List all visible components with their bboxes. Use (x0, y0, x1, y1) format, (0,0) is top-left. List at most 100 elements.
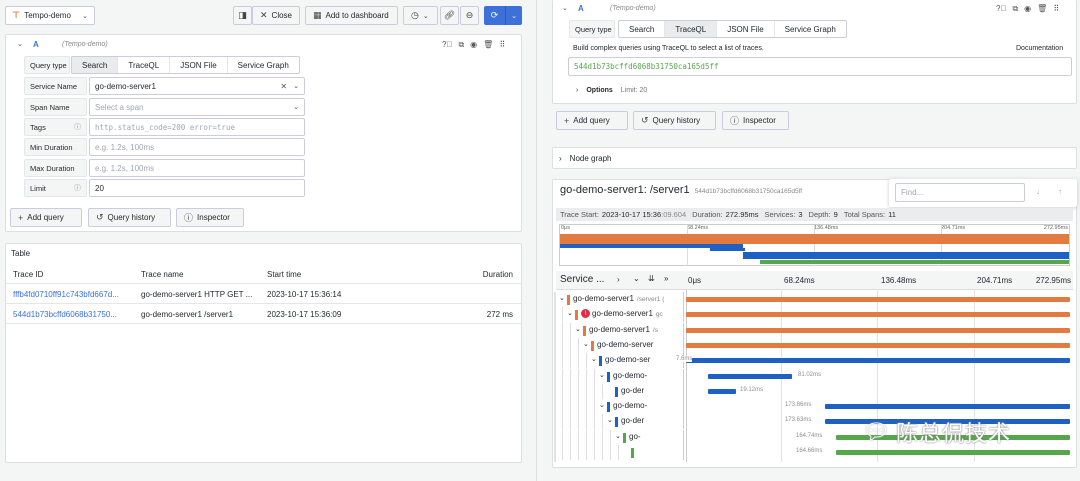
span-row[interactable]: ⌄ go-demo-server1/server1 ( (556, 292, 1073, 307)
span-row[interactable]: ⌄! go-demo-server1 gc (556, 307, 1073, 323)
span-bar[interactable] (825, 404, 1070, 410)
table-row[interactable]: fffb4fd0710ff91c743bfd667d... go-demo-se… (6, 285, 521, 304)
tab-service-graph[interactable]: Service Graph (775, 21, 846, 37)
max-duration-input[interactable]: e.g. 1.2s, 100ms (89, 159, 305, 177)
service-name-select[interactable]: go-demo-server1 ✕ ⌄ (89, 77, 305, 95)
span-bar[interactable] (686, 358, 1070, 364)
tags-input[interactable]: http.status_code=200 error=true (89, 118, 305, 136)
documentation-link[interactable]: Documentation (1016, 45, 1063, 52)
column-divider[interactable] (683, 429, 684, 445)
tab-json-file[interactable]: JSON File (717, 21, 775, 37)
node-graph-section[interactable]: › Node graph (552, 147, 1077, 169)
query-history-button[interactable]: ↺ Query history (88, 208, 171, 227)
share-link-button[interactable]: 🔗︎ (440, 6, 459, 25)
copy-icon[interactable]: ⧉ (458, 40, 464, 50)
span-bar[interactable] (686, 297, 1070, 302)
column-divider[interactable] (683, 368, 684, 384)
zoom-out-button[interactable]: ⊖ (460, 6, 479, 25)
expand-chevron-icon[interactable]: ⌄ (599, 401, 605, 409)
column-divider[interactable] (683, 414, 684, 430)
span-bar[interactable] (708, 388, 736, 394)
col-start-time[interactable]: Start time (267, 270, 301, 279)
arrow-down-icon[interactable]: ↓ (1036, 187, 1040, 196)
add-query-button[interactable]: + Add query (556, 111, 628, 130)
trace-minimap[interactable]: 0μs 68.24ms 136.48ms 204.71ms 272.95ms (559, 224, 1070, 266)
clear-icon[interactable]: ✕ (280, 82, 287, 91)
expand-chevron-icon[interactable]: ⌄ (599, 371, 605, 379)
inspector-button[interactable]: ⓘ Inspector (176, 208, 244, 227)
span-row[interactable]: ⌄ go-demo-ser 7.6ms (556, 353, 1073, 369)
drag-handle-icon[interactable]: ⠿ (499, 40, 505, 50)
tab-search[interactable]: Search (619, 21, 666, 37)
span-row[interactable]: ⌄ go-demo- 173.86ms (556, 399, 1073, 415)
span-bar[interactable] (686, 312, 1070, 318)
time-picker-button[interactable]: ◷ ⌄ (403, 6, 438, 25)
tab-traceql[interactable]: TraceQL (118, 57, 171, 73)
help-icon[interactable]: ?⃝ (442, 40, 452, 50)
expand-chevron-icon[interactable]: ⌄ (583, 340, 589, 348)
table-row[interactable]: 544d1b73bcffd6068b31750... go-demo-serve… (6, 305, 521, 324)
run-query-button[interactable]: ⟳ ⌄ (484, 6, 522, 25)
tab-traceql[interactable]: TraceQL (665, 21, 718, 37)
tab-search[interactable]: Search (72, 57, 119, 73)
pane-divider[interactable] (536, 0, 537, 481)
chevron-double-right-icon[interactable]: » (664, 274, 668, 283)
options-toggle[interactable]: › Options Limit: 20 (576, 87, 647, 94)
span-row[interactable]: ⌄ go-demo-server1/s (556, 322, 1073, 338)
column-divider[interactable] (683, 383, 684, 399)
column-divider[interactable] (683, 307, 684, 323)
query-history-button[interactable]: ↺ Query history (633, 111, 716, 130)
find-input[interactable]: Find... (895, 183, 1025, 202)
expand-chevron-icon[interactable]: ⌄ (567, 309, 573, 317)
min-duration-input[interactable]: e.g. 1.2s, 100ms (89, 138, 305, 156)
span-bar[interactable] (708, 373, 792, 379)
query-letter[interactable]: A (33, 40, 39, 49)
split-pane-button[interactable]: ◨ (233, 6, 252, 25)
arrow-up-icon[interactable]: ↑ (1058, 187, 1062, 196)
column-divider[interactable] (683, 337, 684, 353)
collapse-chevron-icon[interactable]: ⌄ (562, 4, 568, 12)
column-divider[interactable] (683, 292, 684, 307)
span-bar[interactable] (836, 450, 1070, 455)
column-divider[interactable] (683, 322, 684, 338)
eye-icon[interactable]: ◉ (470, 40, 477, 50)
column-divider[interactable] (683, 399, 684, 415)
trace-id-link[interactable]: 544d1b73bcffd6068b31750... (13, 310, 117, 319)
help-icon[interactable]: ?⃝ (996, 4, 1006, 14)
trash-icon[interactable]: 🗑︎ (483, 40, 493, 50)
chevron-double-down-icon[interactable]: ⇊ (648, 274, 655, 283)
tab-service-graph[interactable]: Service Graph (228, 57, 299, 73)
expand-chevron-icon[interactable]: ⌄ (607, 416, 613, 424)
query-letter[interactable]: A (578, 4, 584, 13)
span-row[interactable]: ⌄ go-demo-server (556, 337, 1073, 353)
span-bar[interactable] (686, 342, 1070, 348)
tab-json-file[interactable]: JSON File (170, 57, 228, 73)
datasource-picker[interactable]: ⊤ Tempo-demo ⌄ (5, 6, 95, 25)
span-row[interactable]: go-der 19.12ms (556, 383, 1073, 399)
traceql-query-input[interactable]: 544d1b73bcffd6068b31750ca165d5ff (568, 57, 1072, 76)
collapse-chevron-icon[interactable]: ⌄ (17, 40, 23, 48)
limit-input[interactable]: 20 (89, 179, 305, 197)
span-row[interactable]: ⌄ go-demo- 81.02ms (556, 368, 1073, 384)
expand-chevron-icon[interactable]: ⌄ (615, 432, 621, 440)
trace-id-link[interactable]: fffb4fd0710ff91c743bfd667d... (13, 290, 119, 299)
column-divider[interactable] (683, 445, 684, 460)
close-split-button[interactable]: ✕ Close (252, 6, 300, 25)
col-trace-name[interactable]: Trace name (141, 270, 183, 279)
inspector-button[interactable]: ⓘ Inspector (722, 111, 789, 130)
chevron-down-icon[interactable]: ⌄ (633, 274, 640, 283)
copy-icon[interactable]: ⧉ (1012, 4, 1018, 14)
drag-handle-icon[interactable]: ⠿ (1053, 4, 1059, 14)
col-trace-id[interactable]: Trace ID (13, 270, 43, 279)
col-duration[interactable]: Duration (483, 270, 513, 279)
eye-icon[interactable]: ◉ (1024, 4, 1031, 14)
span-bar[interactable] (686, 327, 1070, 333)
expand-chevron-icon[interactable]: ⌄ (575, 325, 581, 333)
add-query-button[interactable]: + Add query (10, 208, 82, 227)
chevron-right-icon[interactable]: › (617, 275, 620, 284)
trash-icon[interactable]: 🗑︎ (1037, 4, 1047, 14)
add-to-dashboard-button[interactable]: ▦ Add to dashboard (305, 6, 398, 25)
span-name-select[interactable]: Select a span ⌄ (89, 98, 305, 116)
expand-chevron-icon[interactable]: ⌄ (591, 355, 597, 363)
expand-chevron-icon[interactable]: ⌄ (559, 294, 565, 302)
